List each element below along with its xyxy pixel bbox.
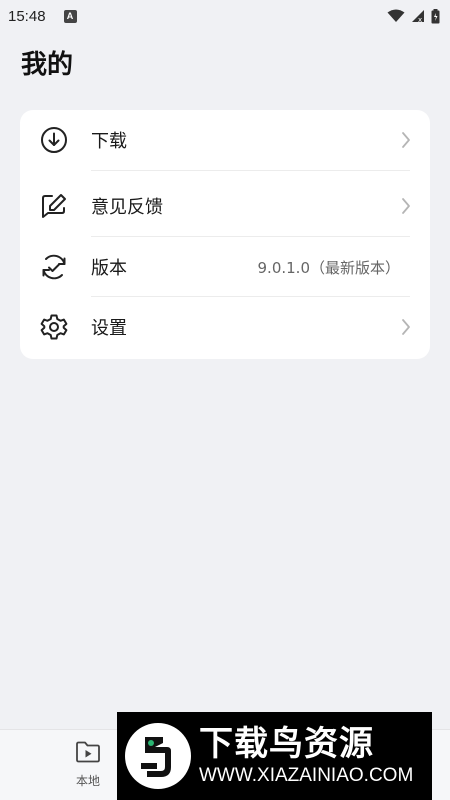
watermark-banner: 下载鸟资源 WWW.XIAZAINIAO.COM bbox=[117, 712, 432, 800]
watermark-logo bbox=[125, 723, 191, 789]
menu-item-feedback[interactable]: 意见反馈 bbox=[20, 176, 430, 236]
status-icons: x bbox=[387, 8, 440, 24]
menu-item-settings[interactable]: 设置 bbox=[20, 297, 430, 357]
status-bar: 15:48 A x bbox=[0, 0, 450, 32]
menu-card: 下载 意见反馈 版本 9.0.1.0（最新版本） 设置 bbox=[20, 110, 430, 359]
menu-item-version[interactable]: 版本 9.0.1.0（最新版本） bbox=[20, 237, 430, 297]
watermark-url: WWW.XIAZAINIAO.COM bbox=[199, 765, 414, 786]
menu-item-label: 下载 bbox=[91, 131, 127, 152]
download-icon bbox=[40, 126, 68, 154]
menu-item-label: 版本 bbox=[91, 258, 127, 279]
battery-icon bbox=[431, 8, 440, 23]
menu-item-label: 设置 bbox=[91, 318, 127, 339]
chevron-right-icon bbox=[400, 131, 412, 149]
signal-icon: x bbox=[412, 10, 424, 23]
watermark-title: 下载鸟资源 bbox=[199, 724, 374, 764]
edit-feedback-icon bbox=[40, 192, 68, 220]
tab-local-label: 本地 bbox=[75, 774, 100, 788]
status-time: 15:48 bbox=[8, 7, 46, 25]
chevron-right-icon bbox=[400, 197, 412, 215]
page-title: 我的 bbox=[21, 50, 74, 80]
a-letter-icon: A bbox=[63, 9, 77, 23]
local-video-folder-icon bbox=[75, 740, 101, 768]
menu-item-download[interactable]: 下载 bbox=[20, 110, 430, 170]
version-check-icon bbox=[40, 253, 68, 281]
version-value: 9.0.1.0（最新版本） bbox=[257, 258, 400, 277]
gear-icon bbox=[40, 313, 68, 341]
divider bbox=[91, 170, 410, 171]
menu-item-label: 意见反馈 bbox=[91, 197, 163, 218]
svg-text:x: x bbox=[418, 16, 422, 23]
chevron-right-icon bbox=[400, 318, 412, 336]
tab-local[interactable]: 本地 bbox=[58, 740, 118, 794]
wifi-icon bbox=[387, 9, 405, 22]
